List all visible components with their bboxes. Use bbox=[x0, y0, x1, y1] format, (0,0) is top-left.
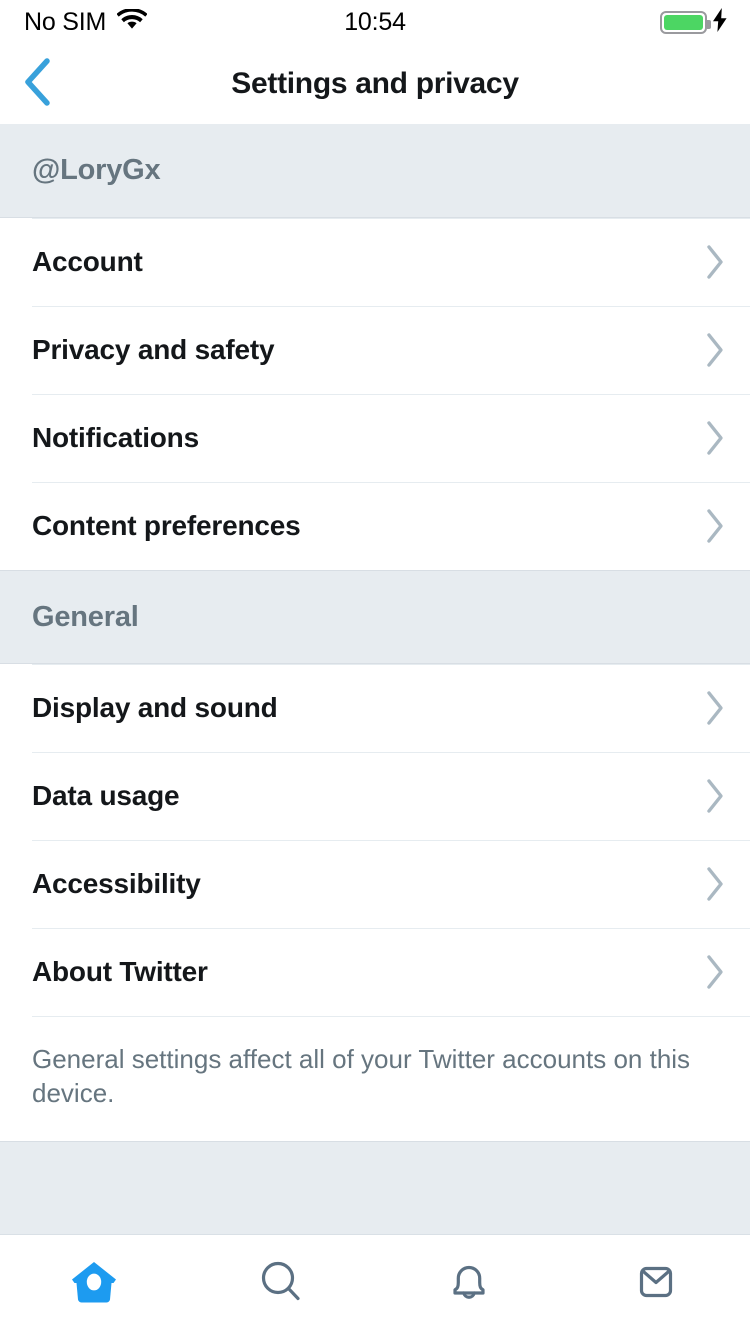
bell-icon bbox=[442, 1255, 496, 1314]
settings-row-label: Content preferences bbox=[32, 510, 301, 541]
envelope-icon bbox=[629, 1255, 683, 1314]
settings-row-privacy-and-safety[interactable]: Privacy and safety bbox=[0, 306, 750, 394]
page-title: Settings and privacy bbox=[231, 67, 519, 100]
clock-label: 10:54 bbox=[344, 7, 406, 36]
settings-row-label: Display and sound bbox=[32, 692, 278, 723]
tab-messages[interactable] bbox=[563, 1235, 750, 1334]
navigation-bar: Settings and privacy bbox=[0, 44, 750, 124]
section-header-label: @LoryGx bbox=[32, 154, 161, 186]
tab-bar bbox=[0, 1234, 750, 1334]
page-title-container: Settings and privacy bbox=[0, 44, 750, 124]
settings-row-data-usage[interactable]: Data usage bbox=[0, 752, 750, 840]
chevron-right-icon bbox=[704, 507, 726, 545]
chevron-right-icon bbox=[704, 331, 726, 369]
settings-row-label: Account bbox=[32, 246, 143, 277]
tab-home[interactable] bbox=[0, 1235, 188, 1334]
home-icon bbox=[67, 1255, 121, 1314]
settings-row-accessibility[interactable]: Accessibility bbox=[0, 840, 750, 928]
status-bar-right bbox=[660, 7, 728, 37]
chevron-right-icon bbox=[704, 243, 726, 281]
status-bar-left: No SIM bbox=[24, 7, 148, 36]
settings-row-notifications[interactable]: Notifications bbox=[0, 394, 750, 482]
section-header-label: General bbox=[32, 600, 139, 633]
settings-list[interactable]: @LoryGx Account Privacy and safety Notif… bbox=[0, 124, 750, 1234]
back-button[interactable] bbox=[0, 44, 76, 124]
settings-row-label: Data usage bbox=[32, 780, 180, 811]
settings-row-label: About Twitter bbox=[32, 956, 208, 987]
settings-row-display-and-sound[interactable]: Display and sound bbox=[0, 664, 750, 752]
tab-search[interactable] bbox=[188, 1235, 376, 1334]
search-icon bbox=[254, 1255, 308, 1314]
wifi-icon bbox=[116, 7, 148, 36]
chevron-right-icon bbox=[704, 777, 726, 815]
section-footnote: General settings affect all of your Twit… bbox=[0, 1016, 750, 1141]
app-screen: No SIM 10:54 Settings and privacy @LoryG… bbox=[0, 0, 750, 1334]
settings-row-label: Accessibility bbox=[32, 868, 201, 899]
settings-row-about-twitter[interactable]: About Twitter bbox=[0, 928, 750, 1016]
carrier-label: No SIM bbox=[24, 7, 107, 36]
lightning-bolt-icon bbox=[712, 7, 728, 37]
list-bottom-spacer bbox=[0, 1140, 750, 1234]
section-header-account: @LoryGx bbox=[0, 124, 750, 218]
settings-row-content-preferences[interactable]: Content preferences bbox=[0, 482, 750, 570]
chevron-right-icon bbox=[704, 953, 726, 991]
chevron-right-icon bbox=[704, 419, 726, 457]
chevron-left-icon bbox=[21, 57, 55, 112]
settings-row-label: Privacy and safety bbox=[32, 334, 275, 365]
tab-notifications[interactable] bbox=[375, 1235, 563, 1334]
chevron-right-icon bbox=[704, 689, 726, 727]
battery-icon bbox=[660, 10, 711, 34]
status-bar: No SIM 10:54 bbox=[0, 0, 750, 44]
settings-row-label: Notifications bbox=[32, 422, 199, 453]
settings-row-account[interactable]: Account bbox=[0, 218, 750, 306]
section-header-general: General bbox=[0, 570, 750, 664]
section-footnote-text: General settings affect all of your Twit… bbox=[32, 1044, 691, 1109]
chevron-right-icon bbox=[704, 865, 726, 903]
